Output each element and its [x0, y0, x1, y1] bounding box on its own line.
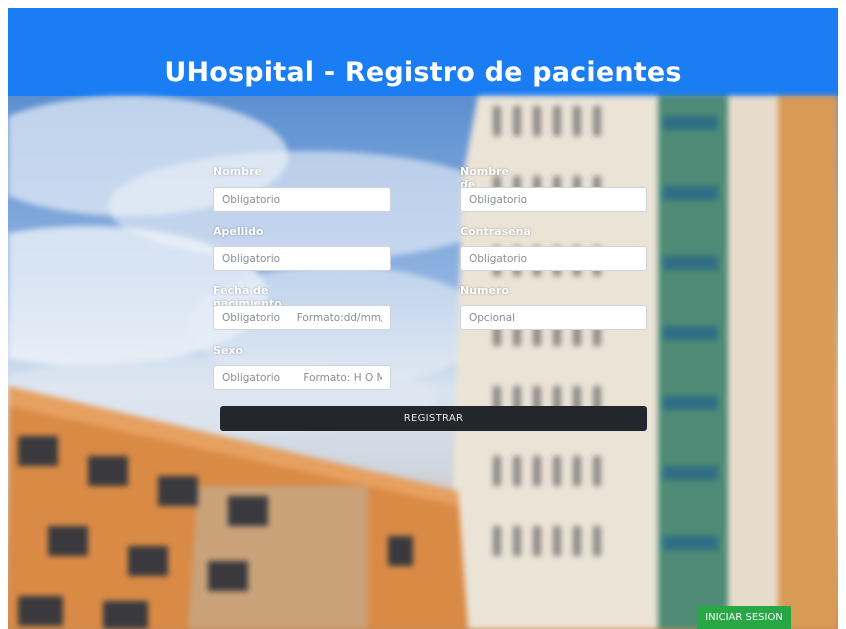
label-nombre: Nombre [213, 165, 262, 178]
login-button[interactable]: INICIAR SESION [697, 606, 791, 629]
nombre-input[interactable] [213, 187, 391, 212]
birthdate-input[interactable] [213, 305, 391, 330]
app-frame: UHospital - Registro de pacientes Nombre… [8, 8, 838, 629]
label-contrasena: Contraseña [460, 225, 531, 238]
background-photo [8, 96, 838, 629]
page-title: UHospital - Registro de pacientes [164, 57, 682, 88]
hospital-background-image [8, 96, 838, 629]
page-header: UHospital - Registro de pacientes [8, 8, 838, 96]
phone-number-input[interactable] [460, 305, 647, 330]
label-numero: Numero [460, 284, 509, 297]
password-input[interactable] [460, 246, 647, 271]
label-sexo: Sexo [213, 344, 244, 357]
username-input[interactable] [460, 187, 647, 212]
register-button[interactable]: REGISTRAR [220, 406, 647, 431]
sex-input[interactable] [213, 365, 391, 390]
label-apellido: Apellido [213, 225, 264, 238]
apellido-input[interactable] [213, 246, 391, 271]
